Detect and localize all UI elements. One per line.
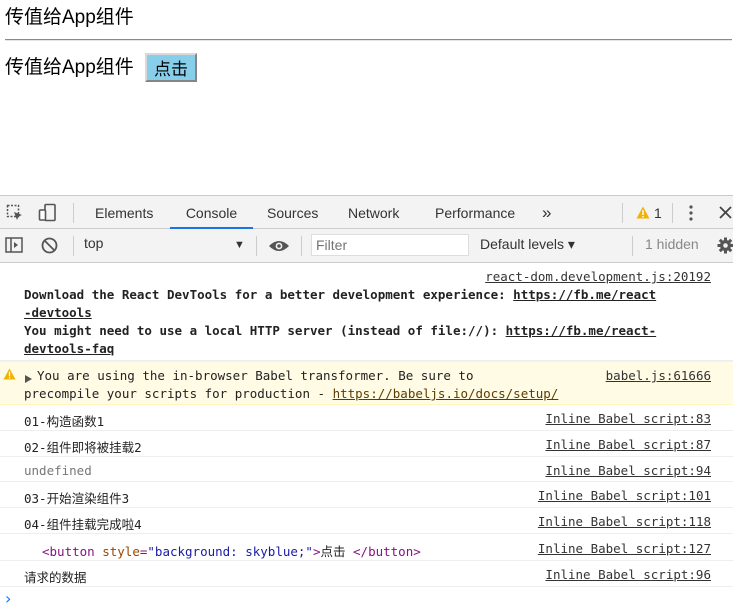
babel-docs-link[interactable]: https://babeljs.io/docs/setup/ xyxy=(333,386,559,401)
log-row: 04-组件挂载完成啦4 Inline Babel script:118 xyxy=(0,508,733,534)
eye-icon[interactable] xyxy=(268,239,290,258)
gear-icon[interactable] xyxy=(717,237,733,259)
source-link[interactable]: Inline Babel script:101 xyxy=(538,488,711,503)
warning-line: precompile your scripts for production -… xyxy=(24,386,558,401)
log-levels-dropdown[interactable]: Default levels ▾ xyxy=(480,236,575,253)
warning-icon[interactable] xyxy=(636,206,650,224)
separator xyxy=(622,203,623,223)
device-toggle-icon[interactable] xyxy=(38,203,58,228)
faq-link[interactable]: https://fb.me/react- xyxy=(506,323,657,338)
log-row: undefined Inline Babel script:94 xyxy=(0,457,733,482)
log-row-element: <button style="background: skyblue;">点击 … xyxy=(0,534,733,561)
message-line: Download the React DevTools for a better… xyxy=(24,287,656,302)
warning-icon xyxy=(3,368,16,383)
source-link[interactable]: Inline Babel script:87 xyxy=(545,437,711,452)
tab-performance[interactable]: Performance xyxy=(435,196,515,229)
attr-name: style xyxy=(102,544,140,559)
separator xyxy=(672,203,673,223)
tag-open: <button xyxy=(42,544,103,559)
source-link[interactable]: Inline Babel script:83 xyxy=(545,411,711,426)
devtools-panel: Elements Console Sources Network Perform… xyxy=(0,195,733,608)
expand-triangle-icon[interactable] xyxy=(25,371,32,386)
log-text: 请求的数据 xyxy=(24,570,87,585)
source-link[interactable]: react-dom.development.js:20192 xyxy=(485,269,711,284)
close-icon[interactable] xyxy=(719,206,732,224)
tag-close: > xyxy=(312,544,321,559)
dom-element-node[interactable]: <button style="background: skyblue;">点击 … xyxy=(42,541,421,560)
console-toolbar: top ▼ Default levels ▾ 1 hidden xyxy=(0,229,733,263)
tab-elements[interactable]: Elements xyxy=(95,196,153,229)
chevron-down-icon[interactable]: ▼ xyxy=(234,239,245,251)
context-selector[interactable]: top xyxy=(84,235,103,251)
message-line: -devtools xyxy=(24,305,92,320)
click-button[interactable]: 点击 xyxy=(145,53,197,82)
hidden-count: 1 hidden xyxy=(645,236,699,252)
devtools-link-cont[interactable]: -devtools xyxy=(24,305,92,320)
tag-end: </button> xyxy=(353,544,421,559)
log-text: 02-组件即将被挂载2 xyxy=(24,440,142,455)
separator xyxy=(73,236,74,256)
warning-text: You are using the in-browser Babel trans… xyxy=(37,368,474,383)
message-line: devtools-faq xyxy=(24,341,114,356)
source-link[interactable]: Inline Babel script:96 xyxy=(545,567,711,582)
warning-text: precompile your scripts for production - xyxy=(24,386,333,401)
more-options-icon[interactable] xyxy=(689,205,693,226)
message-text: Download the React DevTools for a better… xyxy=(24,287,514,302)
separator xyxy=(632,236,633,256)
separator xyxy=(73,203,74,223)
tab-console[interactable]: Console xyxy=(170,196,253,229)
log-text: 03-开始渲染组件3 xyxy=(24,491,130,506)
more-tabs-icon[interactable]: » xyxy=(542,196,551,229)
element-text: 点击 xyxy=(320,544,354,559)
page-heading: 传值给App组件 xyxy=(5,7,134,28)
page-text: 传值给App组件 xyxy=(5,57,134,78)
horizontal-rule xyxy=(5,39,732,41)
log-text: 01-构造函数1 xyxy=(24,414,105,429)
log-row: 03-开始渲染组件3 Inline Babel script:101 xyxy=(0,482,733,508)
devtools-tabbar: Elements Console Sources Network Perform… xyxy=(0,195,733,229)
console-warning: You are using the in-browser Babel trans… xyxy=(0,361,733,405)
source-link[interactable]: Inline Babel script:118 xyxy=(538,514,711,529)
log-text: undefined xyxy=(24,463,92,478)
tab-network[interactable]: Network xyxy=(348,196,399,229)
clear-console-icon[interactable] xyxy=(41,237,58,259)
log-text: 04-组件挂载完成啦4 xyxy=(24,517,142,532)
filter-input[interactable] xyxy=(311,234,469,256)
attr-value: "background: skyblue;" xyxy=(147,544,313,559)
sidebar-toggle-icon[interactable] xyxy=(5,237,23,258)
warning-count[interactable]: 1 xyxy=(654,196,662,229)
log-row: 02-组件即将被挂载2 Inline Babel script:87 xyxy=(0,431,733,457)
source-link[interactable]: Inline Babel script:94 xyxy=(545,463,711,478)
devtools-link[interactable]: https://fb.me/react xyxy=(513,287,656,302)
tab-sources[interactable]: Sources xyxy=(267,196,318,229)
message-text: You might need to use a local HTTP serve… xyxy=(24,323,506,338)
separator xyxy=(256,236,257,256)
console-prompt[interactable]: › xyxy=(5,589,11,608)
inspect-element-icon[interactable] xyxy=(6,204,24,227)
faq-link-cont[interactable]: devtools-faq xyxy=(24,341,114,356)
console-message: react-dom.development.js:20192 Download … xyxy=(0,263,733,361)
log-row: 01-构造函数1 Inline Babel script:83 xyxy=(0,405,733,431)
source-link[interactable]: Inline Babel script:127 xyxy=(538,541,711,556)
log-row: 请求的数据 Inline Babel script:96 xyxy=(0,561,733,587)
separator xyxy=(301,236,302,256)
page-content: 传值给App组件 传值给App组件 点击 xyxy=(0,0,733,195)
source-link[interactable]: babel.js:61666 xyxy=(606,368,711,383)
message-line: You might need to use a local HTTP serve… xyxy=(24,323,656,338)
